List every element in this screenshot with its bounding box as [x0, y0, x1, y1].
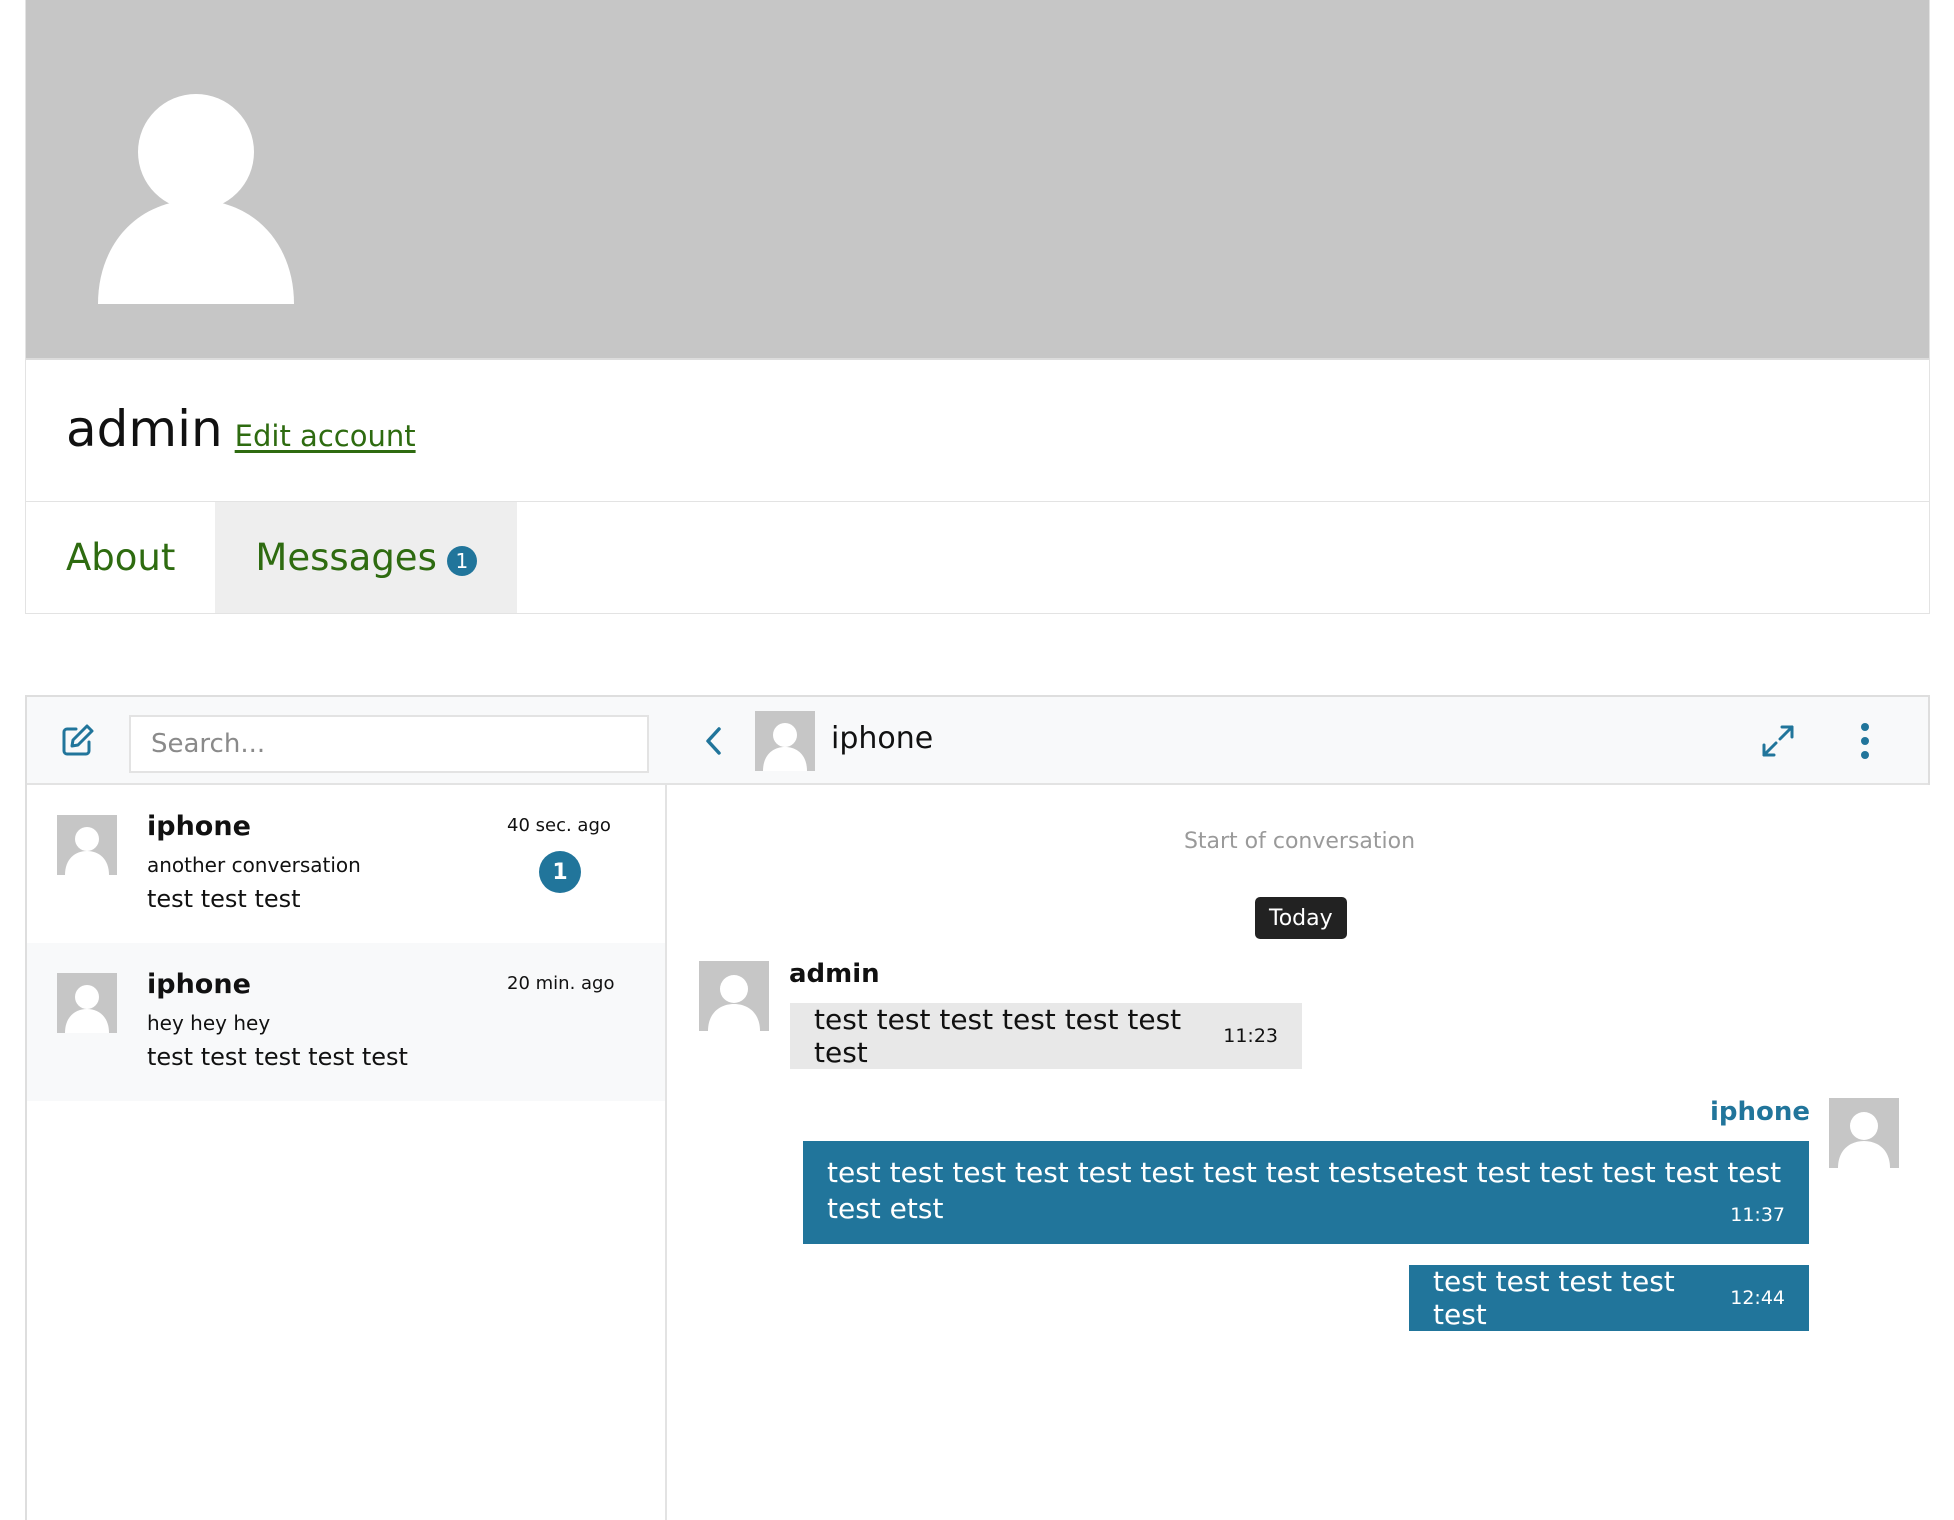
tab-about-label: About — [66, 536, 176, 579]
message-text: test test test test test test test test … — [827, 1156, 1782, 1225]
conversation-subject: another conversation — [147, 853, 361, 877]
message-bubble: test test test test test test test 11:23 — [790, 1003, 1302, 1069]
avatar — [1829, 1098, 1899, 1168]
message-sender: admin — [789, 959, 880, 989]
unread-badge: 1 — [539, 851, 581, 893]
compose-icon[interactable] — [61, 723, 95, 757]
message-time: 11:23 — [1223, 1025, 1278, 1047]
conversation-list: iphone another conversation test test te… — [27, 785, 667, 1520]
conversation-avatar — [755, 711, 815, 771]
message-bubble: test test test test test test test test … — [803, 1141, 1809, 1244]
person-silhouette-icon — [763, 723, 807, 771]
messages-count-badge: 1 — [446, 545, 477, 576]
person-silhouette-icon — [1838, 1112, 1890, 1168]
tab-about[interactable]: About — [26, 502, 215, 613]
conversation-time: 40 sec. ago — [507, 815, 611, 836]
conversation-subject: hey hey hey — [147, 1011, 271, 1035]
chevron-left-icon[interactable] — [699, 723, 729, 759]
avatar — [57, 973, 117, 1033]
person-silhouette-icon — [708, 975, 760, 1031]
conversation-preview: test test test test test — [147, 1043, 408, 1071]
message-time: 12:44 — [1730, 1287, 1785, 1309]
kebab-menu-icon[interactable] — [1857, 721, 1873, 761]
message-time: 11:37 — [1730, 1204, 1785, 1226]
conversation-title: iphone — [831, 721, 934, 756]
profile-avatar-icon — [98, 94, 294, 304]
profile-name-row: admin Edit account — [66, 400, 416, 458]
conversation-search-input[interactable] — [129, 715, 649, 773]
chat-pane: Start of conversation Today admin test t… — [669, 785, 1930, 1520]
profile-username: admin — [66, 400, 223, 458]
conversation-list-item[interactable]: iphone another conversation test test te… — [27, 785, 665, 943]
messenger-header: iphone — [27, 697, 1928, 785]
avatar — [57, 815, 117, 875]
messenger: iphone iphone another conversation test … — [25, 695, 1930, 1520]
profile-tabs: About Messages 1 — [26, 502, 517, 613]
profile-card: admin Edit account About Messages 1 — [25, 0, 1930, 614]
message-text: test test test test test — [1433, 1265, 1675, 1331]
tab-messages[interactable]: Messages 1 — [215, 502, 517, 613]
conversation-list-item[interactable]: iphone hey hey hey test test test test t… — [27, 943, 665, 1101]
message-bubble: test test test test test 12:44 — [1409, 1265, 1809, 1331]
avatar — [699, 961, 769, 1031]
message-sender: iphone — [1709, 1097, 1810, 1127]
conversation-name: iphone — [147, 811, 251, 842]
edit-account-link[interactable]: Edit account — [235, 419, 416, 453]
day-separator: Today — [1255, 897, 1347, 939]
start-of-conversation-note: Start of conversation — [1183, 829, 1416, 854]
tab-messages-label: Messages — [255, 536, 437, 579]
conversation-time: 20 min. ago — [507, 973, 615, 994]
message-text: test test test test test test test — [814, 1003, 1182, 1069]
conversation-name: iphone — [147, 969, 251, 1000]
cover-image — [26, 0, 1929, 360]
expand-icon[interactable] — [1760, 723, 1796, 759]
person-silhouette-icon — [65, 985, 109, 1033]
person-silhouette-icon — [65, 827, 109, 875]
conversation-preview: test test test — [147, 885, 301, 913]
